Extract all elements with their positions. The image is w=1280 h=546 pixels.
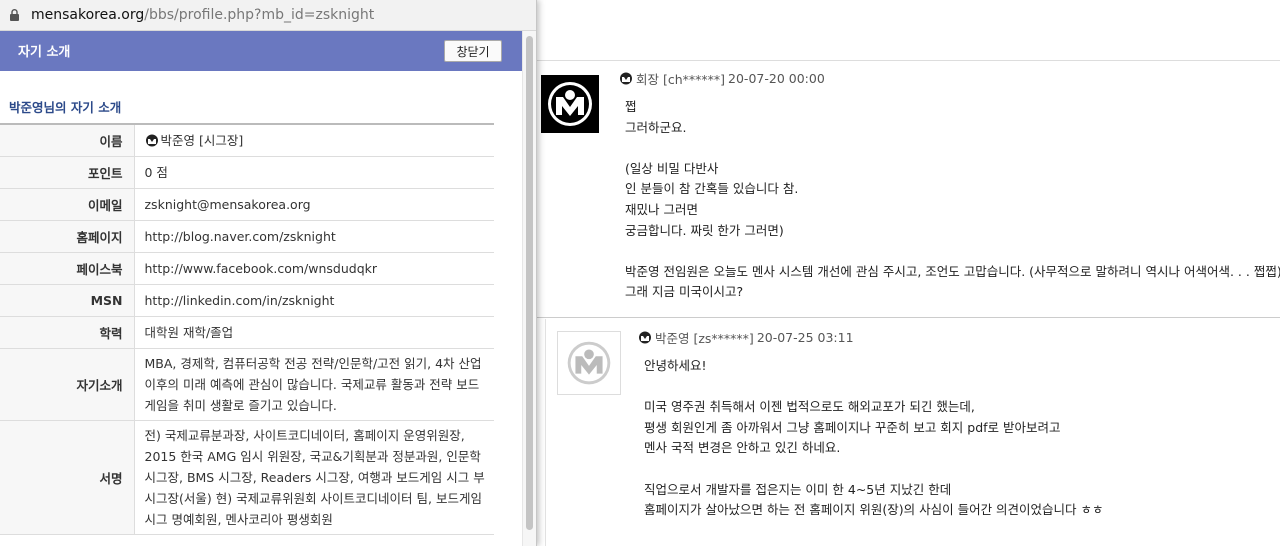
table-row: 이름 박준영 [시그장] bbox=[0, 124, 494, 156]
section-title: 박준영님의 자기 소개 bbox=[9, 100, 122, 115]
comment-date: 20-07-25 03:11 bbox=[756, 330, 854, 345]
comment-author[interactable]: 박준영 [zs******] bbox=[655, 328, 754, 347]
email-value[interactable]: zsknight@mensakorea.org bbox=[134, 188, 494, 220]
table-row: 이메일 zsknight@mensakorea.org bbox=[0, 188, 494, 220]
field-value: 전) 국제교류분과장, 사이트코디네이터, 홈페이지 운영위원장, 2015 한… bbox=[144, 427, 485, 527]
facebook-link[interactable]: http://www.facebook.com/wnsdudqkr bbox=[134, 252, 494, 284]
field-label: 학력 bbox=[0, 316, 135, 348]
field-label: 홈페이지 bbox=[0, 220, 135, 252]
field-value: 박준영 [시그장] bbox=[134, 124, 494, 156]
field-label: 서명 bbox=[0, 420, 135, 534]
field-label: 포인트 bbox=[0, 156, 135, 188]
reply-indent-line bbox=[545, 319, 546, 546]
popup-title: 자기 소개 bbox=[18, 45, 71, 60]
table-row: 페이스북 http://www.facebook.com/wnsdudqkr bbox=[0, 252, 494, 284]
scrollbar-thumb[interactable] bbox=[526, 36, 533, 530]
field-value: MBA, 경제학, 컴퓨터공학 전공 전략/인문학/고전 읽기, 4차 산업 이… bbox=[144, 355, 482, 413]
member-level-icon bbox=[619, 72, 633, 85]
table-row: 포인트 0 점 bbox=[0, 156, 494, 188]
member-level-icon bbox=[638, 331, 652, 344]
table-row: 학력 대학원 재학/졸업 bbox=[0, 316, 494, 348]
comment-date: 20-07-20 00:00 bbox=[728, 71, 825, 86]
comment-header: 회장 [ch******] 20-07-20 00:00 bbox=[619, 69, 825, 88]
table-row: 서명 전) 국제교류분과장, 사이트코디네이터, 홈페이지 운영위원장, 201… bbox=[0, 420, 494, 534]
table-row: MSN http://linkedin.com/in/zsknight bbox=[0, 284, 494, 316]
comment-body: 안녕하세요! 미국 영주권 취득해서 이젠 법적으로도 해외교포가 되긴 했는데… bbox=[644, 358, 1104, 518]
table-row: 자기소개 MBA, 경제학, 컴퓨터공학 전공 전략/인문학/고전 읽기, 4차… bbox=[0, 348, 494, 420]
profile-popup-window: mensakorea.org/bbs/profile.php?mb_id=zsk… bbox=[0, 0, 537, 546]
table-row: 홈페이지 http://blog.naver.com/zsknight bbox=[0, 220, 494, 252]
field-label: 자기소개 bbox=[0, 348, 135, 420]
field-value: 대학원 재학/졸업 bbox=[144, 324, 234, 340]
field-label: MSN bbox=[0, 284, 135, 316]
mensa-logo-avatar[interactable] bbox=[541, 75, 599, 133]
field-label: 이름 bbox=[0, 124, 135, 156]
comment-reply-item: 박준영 [zs******] 20-07-25 03:11 안녕하세요! 미국 … bbox=[537, 319, 1280, 546]
comment-author[interactable]: 회장 [ch******] bbox=[636, 69, 725, 88]
msn-link[interactable]: http://linkedin.com/in/zsknight bbox=[134, 284, 494, 316]
url-path: /bbs/profile.php?mb_id=zsknight bbox=[144, 7, 375, 23]
url-host: mensakorea.org bbox=[31, 7, 145, 23]
lock-icon bbox=[10, 9, 19, 21]
field-value: 0 점 bbox=[144, 164, 168, 180]
address-bar[interactable]: mensakorea.org/bbs/profile.php?mb_id=zsk… bbox=[0, 0, 536, 31]
field-label: 페이스북 bbox=[0, 252, 135, 284]
member-name: 박준영 [시그장] bbox=[160, 132, 244, 148]
field-label: 이메일 bbox=[0, 188, 135, 220]
mensa-logo-avatar[interactable] bbox=[557, 331, 621, 395]
member-level-icon bbox=[145, 134, 159, 147]
homepage-link[interactable]: http://blog.naver.com/zsknight bbox=[134, 220, 494, 252]
profile-table: 이름 박준영 [시그장] 포인트 0 점 이메일 zsknight@mensak… bbox=[0, 123, 494, 535]
close-window-button[interactable]: 창닫기 bbox=[444, 40, 502, 62]
comment-body: 쩝 그러하군요. (일상 비밀 다반사 인 분들이 참 간혹들 있습니다 참. … bbox=[625, 99, 1280, 300]
comment-item: 회장 [ch******] 20-07-20 00:00 쩝 그러하군요. (일… bbox=[537, 61, 1280, 318]
comment-header: 박준영 [zs******] 20-07-25 03:11 bbox=[638, 328, 854, 347]
popup-header: 자기 소개 창닫기 bbox=[0, 31, 522, 71]
